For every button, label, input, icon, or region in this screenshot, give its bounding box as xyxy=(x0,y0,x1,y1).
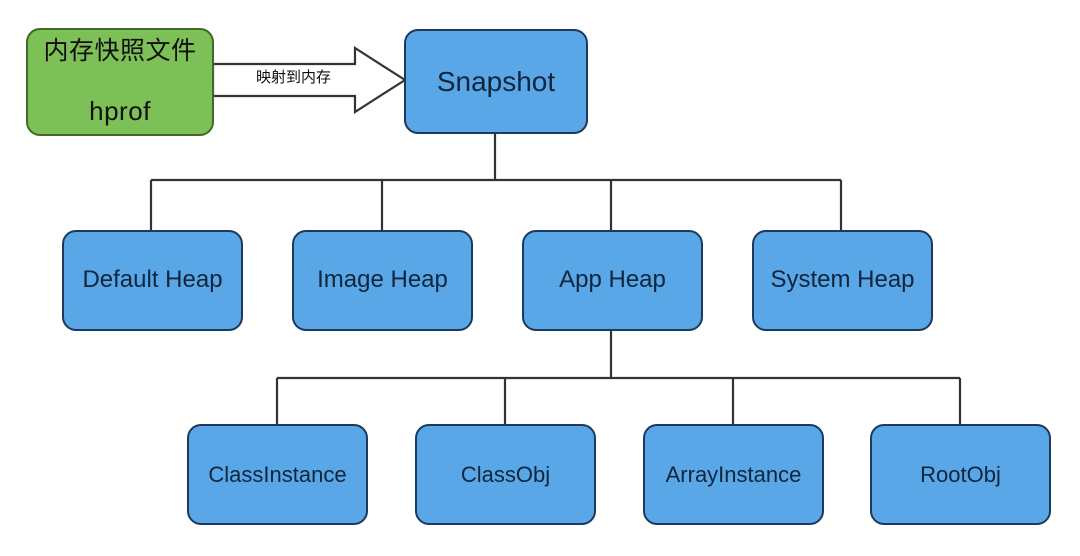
node-arrayinstance-label: ArrayInstance xyxy=(665,461,802,487)
node-image-heap[interactable]: Image Heap xyxy=(292,230,473,331)
node-hprof-file-line2: hprof xyxy=(89,96,151,127)
node-classobj[interactable]: ClassObj xyxy=(415,424,596,525)
node-app-heap[interactable]: App Heap xyxy=(522,230,703,331)
node-system-heap[interactable]: System Heap xyxy=(752,230,933,331)
node-snapshot[interactable]: Snapshot xyxy=(404,29,588,134)
node-hprof-file-label: 内存快照文件 hprof xyxy=(43,8,196,157)
node-classinstance-label: ClassInstance xyxy=(208,461,347,487)
node-classinstance[interactable]: ClassInstance xyxy=(187,424,368,525)
node-image-heap-label: Image Heap xyxy=(317,266,448,294)
node-arrayinstance[interactable]: ArrayInstance xyxy=(643,424,824,525)
node-rootobj[interactable]: RootObj xyxy=(870,424,1051,525)
diagram-canvas: 内存快照文件 hprof 映射到内存 Snapshot Default Heap… xyxy=(0,0,1080,556)
node-app-heap-label: App Heap xyxy=(559,266,666,294)
node-snapshot-label: Snapshot xyxy=(436,65,556,97)
node-default-heap[interactable]: Default Heap xyxy=(62,230,243,331)
node-system-heap-label: System Heap xyxy=(770,266,915,294)
node-hprof-file-line1: 内存快照文件 xyxy=(43,37,197,66)
node-rootobj-label: RootObj xyxy=(920,461,1001,487)
edge-label-mapped-to-memory: 映射到内存 xyxy=(256,69,332,86)
node-hprof-file[interactable]: 内存快照文件 hprof xyxy=(26,28,214,136)
node-classobj-label: ClassObj xyxy=(460,461,551,487)
node-default-heap-label: Default Heap xyxy=(82,266,223,294)
